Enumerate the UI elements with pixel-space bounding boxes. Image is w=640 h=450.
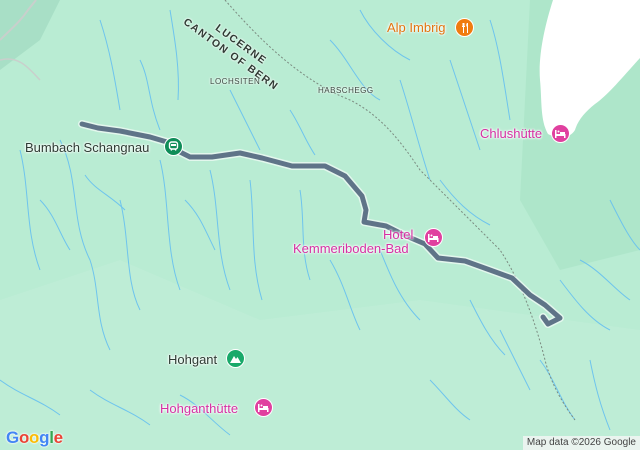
logo-letter: G bbox=[6, 428, 19, 447]
transit-station-icon[interactable] bbox=[164, 137, 183, 156]
hotel-icon[interactable] bbox=[551, 124, 570, 143]
restaurant-icon[interactable] bbox=[455, 18, 474, 37]
logo-letter: g bbox=[39, 428, 50, 447]
label-hohgant[interactable]: Hohgant bbox=[168, 352, 217, 367]
logo-letter: o bbox=[18, 428, 30, 447]
label-habschegg: HABSCHEGG bbox=[318, 86, 374, 95]
label-hotel[interactable]: Hotel bbox=[383, 227, 413, 242]
hotel-icon[interactable] bbox=[424, 228, 443, 247]
logo-letter: e bbox=[53, 428, 63, 447]
map-view[interactable]: LUCERNE CANTON OF BERN LOCHSITEN HABSCHE… bbox=[0, 0, 640, 450]
map-attribution[interactable]: Map data ©2026 Google bbox=[522, 436, 640, 450]
label-alp-imbrig[interactable]: Alp Imbrig bbox=[387, 20, 446, 35]
map-terrain bbox=[0, 0, 640, 450]
label-hohganthutte[interactable]: Hohganthütte bbox=[160, 401, 238, 416]
hotel-icon[interactable] bbox=[254, 398, 273, 417]
label-lochsiten: LOCHSITEN bbox=[210, 77, 261, 86]
label-bumbach-schangnau[interactable]: Bumbach Schangnau bbox=[25, 140, 149, 155]
label-kemmeriboden-bad[interactable]: Kemmeriboden-Bad bbox=[293, 241, 409, 256]
google-logo[interactable]: Google bbox=[6, 428, 63, 448]
mountain-icon[interactable] bbox=[226, 349, 245, 368]
label-chlushutte[interactable]: Chlushütte bbox=[480, 126, 542, 141]
logo-letter: o bbox=[29, 428, 40, 447]
